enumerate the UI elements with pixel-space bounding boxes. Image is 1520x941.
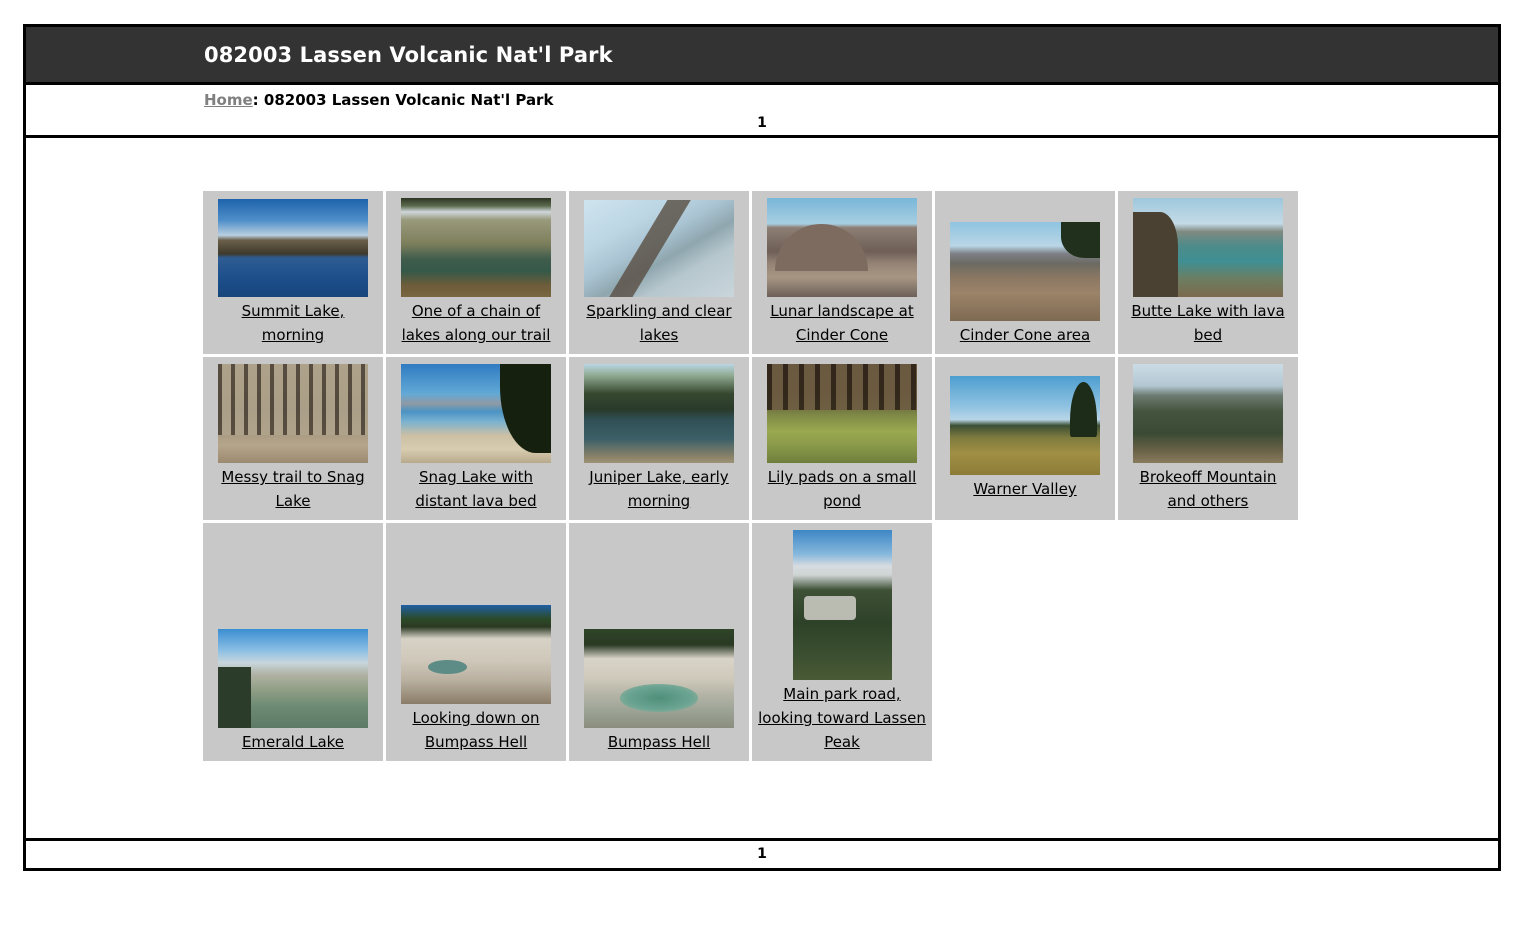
gallery-cell[interactable]: Messy trail to Snag Lake	[203, 357, 383, 520]
thumbnail-caption-link[interactable]: Emerald Lake	[209, 730, 377, 754]
gallery-cell[interactable]: Lunar landscape at Cinder Cone	[752, 191, 932, 354]
thumbnail-image[interactable]	[950, 376, 1100, 475]
thumbnail-grid-body: Summit Lake, morning One of a chain of l…	[203, 191, 1298, 761]
thumbnail-image[interactable]	[584, 629, 734, 728]
thumbnail-image[interactable]	[218, 364, 368, 463]
thumbnail-caption-link[interactable]: One of a chain of lakes along our trail	[392, 299, 560, 347]
gallery-cell[interactable]: Looking down on Bumpass Hell	[386, 523, 566, 761]
breadcrumb-home-link[interactable]: Home	[204, 91, 253, 109]
thumbnail-image[interactable]	[1133, 198, 1283, 297]
thumbnail-caption-link[interactable]: Warner Valley	[941, 477, 1109, 501]
gallery-page: 082003 Lassen Volcanic Nat'l Park Home: …	[23, 24, 1501, 871]
gallery-cell-empty	[1118, 523, 1298, 761]
thumbnail-image[interactable]	[950, 222, 1100, 321]
thumbnail-image[interactable]	[218, 629, 368, 728]
table-row: Summit Lake, morning One of a chain of l…	[203, 191, 1298, 354]
thumbnail-grid: Summit Lake, morning One of a chain of l…	[200, 188, 1301, 764]
gallery-cell[interactable]: Warner Valley	[935, 357, 1115, 520]
gallery-cell[interactable]: One of a chain of lakes along our trail	[386, 191, 566, 354]
gallery-cell[interactable]: Juniper Lake, early morning	[569, 357, 749, 520]
thumbnail-image[interactable]	[401, 198, 551, 297]
table-row: Emerald Lake Looking down on Bumpass Hel…	[203, 523, 1298, 761]
gallery-cell[interactable]: Cinder Cone area	[935, 191, 1115, 354]
thumbnail-image[interactable]	[218, 199, 368, 297]
navigation-bar: Home: 082003 Lassen Volcanic Nat'l Park …	[26, 82, 1498, 138]
gallery-cell[interactable]: Bumpass Hell	[569, 523, 749, 761]
thumbnail-caption-link[interactable]: Sparkling and clear lakes	[575, 299, 743, 347]
thumbnail-image[interactable]	[584, 364, 734, 463]
thumbnail-caption-link[interactable]: Snag Lake with distant lava bed	[392, 465, 560, 513]
thumbnail-image[interactable]	[792, 530, 892, 680]
pagination-top: 1	[26, 115, 1498, 131]
gallery-cell-empty	[935, 523, 1115, 761]
thumbnail-image[interactable]	[767, 198, 917, 297]
page-header-bar: 082003 Lassen Volcanic Nat'l Park	[26, 27, 1498, 82]
thumbnail-caption-link[interactable]: Main park road, looking toward Lassen Pe…	[758, 682, 926, 754]
thumbnail-image[interactable]	[767, 364, 917, 463]
gallery-cell[interactable]: Sparkling and clear lakes	[569, 191, 749, 354]
thumbnail-caption-link[interactable]: Lunar landscape at Cinder Cone	[758, 299, 926, 347]
gallery-cell[interactable]: Snag Lake with distant lava bed	[386, 357, 566, 520]
gallery-cell[interactable]: Brokeoff Mountain and others	[1118, 357, 1298, 520]
thumbnail-caption-link[interactable]: Summit Lake, morning	[209, 299, 377, 347]
pagination-top-page-1[interactable]: 1	[757, 115, 767, 131]
pagination-bottom-page-1[interactable]: 1	[757, 846, 767, 862]
gallery-cell[interactable]: Summit Lake, morning	[203, 191, 383, 354]
thumbnail-caption-link[interactable]: Bumpass Hell	[575, 730, 743, 754]
breadcrumb-current: 082003 Lassen Volcanic Nat'l Park	[263, 91, 554, 109]
breadcrumb: Home: 082003 Lassen Volcanic Nat'l Park	[26, 91, 1498, 109]
thumbnail-image[interactable]	[1133, 364, 1283, 463]
gallery-cell[interactable]: Lily pads on a small pond	[752, 357, 932, 520]
breadcrumb-separator: :	[252, 91, 264, 109]
thumbnail-caption-link[interactable]: Cinder Cone area	[941, 323, 1109, 347]
table-row: Messy trail to Snag Lake Snag Lake with …	[203, 357, 1298, 520]
gallery-cell[interactable]: Butte Lake with lava bed	[1118, 191, 1298, 354]
thumbnail-caption-link[interactable]: Looking down on Bumpass Hell	[392, 706, 560, 754]
thumbnail-caption-link[interactable]: Messy trail to Snag Lake	[209, 465, 377, 513]
page-title: 082003 Lassen Volcanic Nat'l Park	[204, 42, 613, 67]
thumbnail-caption-link[interactable]: Brokeoff Mountain and others	[1124, 465, 1292, 513]
thumbnail-image[interactable]	[401, 364, 551, 463]
thumbnail-caption-link[interactable]: Lily pads on a small pond	[758, 465, 926, 513]
thumbnail-image[interactable]	[584, 200, 734, 297]
gallery-cell[interactable]: Main park road, looking toward Lassen Pe…	[752, 523, 932, 761]
thumbnail-caption-link[interactable]: Butte Lake with lava bed	[1124, 299, 1292, 347]
gallery-cell[interactable]: Emerald Lake	[203, 523, 383, 761]
pagination-bottom: 1	[26, 838, 1498, 868]
gallery-container: Summit Lake, morning One of a chain of l…	[26, 138, 1498, 838]
thumbnail-image[interactable]	[401, 605, 551, 704]
thumbnail-caption-link[interactable]: Juniper Lake, early morning	[575, 465, 743, 513]
